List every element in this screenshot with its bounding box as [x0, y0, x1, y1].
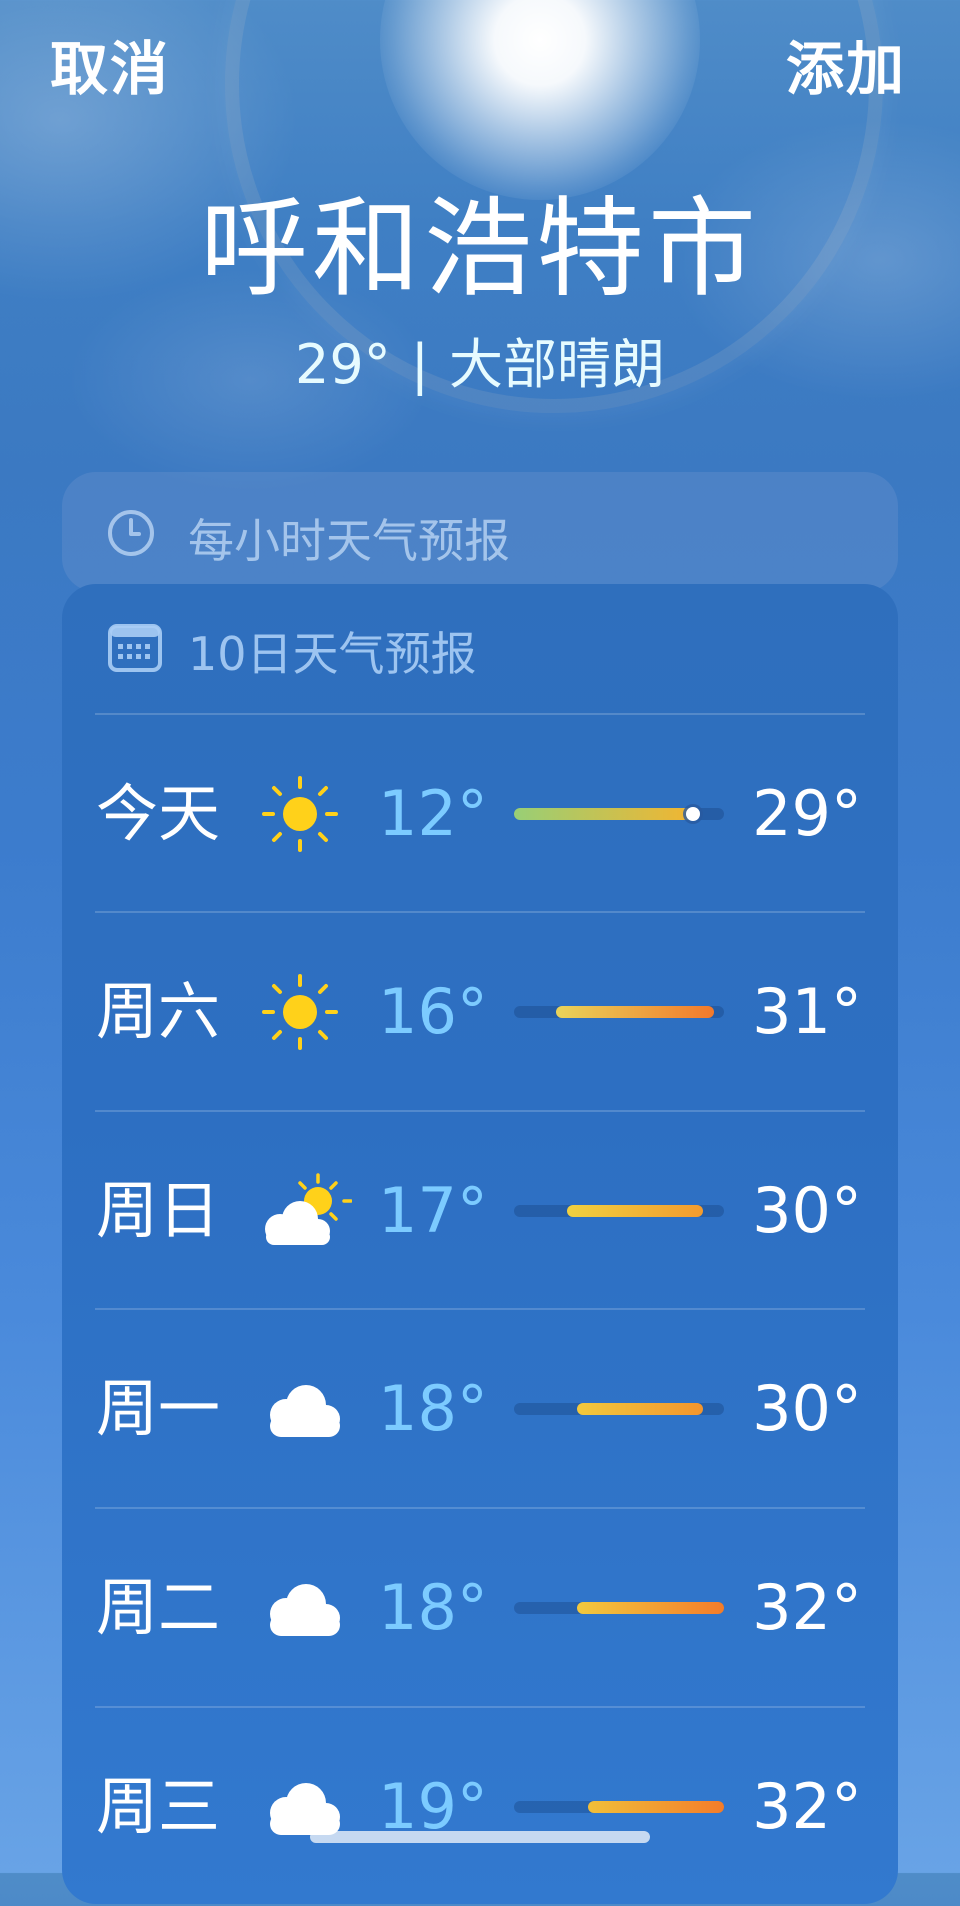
forecast-row[interactable]: 周三 19° 32°	[0, 1708, 960, 1906]
forecast-row[interactable]: 周日 17° 30°	[0, 1112, 960, 1310]
temperature-range-fill	[556, 1006, 714, 1018]
clock-icon	[108, 510, 154, 556]
cancel-button[interactable]: 取消	[50, 22, 170, 106]
low-temperature: 19°	[378, 1770, 488, 1843]
add-button[interactable]: 添加	[786, 22, 906, 106]
low-temperature: 17°	[378, 1174, 488, 1247]
day-label: 周日	[96, 1174, 221, 1247]
forecast-row[interactable]: 周一 18° 30°	[0, 1310, 960, 1508]
partly-cloudy-icon	[265, 1173, 352, 1245]
high-temperature: 32°	[752, 1571, 862, 1644]
high-temperature: 31°	[752, 975, 862, 1048]
high-temperature: 30°	[752, 1372, 862, 1445]
day-label: 周二	[96, 1571, 221, 1644]
temperature-range-fill	[566, 1205, 703, 1217]
sun-icon	[262, 974, 338, 1050]
day-label: 今天	[96, 777, 221, 850]
current-temperature: 29°	[295, 333, 391, 396]
temperature-range-fill	[577, 1602, 724, 1614]
low-temperature: 12°	[378, 777, 488, 850]
forecast-row[interactable]: 周二 18° 32°	[0, 1509, 960, 1707]
hourly-forecast-label: 每小时天气预报	[188, 514, 510, 568]
high-temperature: 29°	[752, 777, 862, 850]
cloud-icon	[270, 1584, 340, 1636]
temperature-range-bar	[514, 1801, 724, 1813]
calendar-icon	[108, 624, 162, 672]
low-temperature: 18°	[378, 1571, 488, 1644]
current-temperature-marker	[685, 807, 700, 821]
temperature-range-bar	[514, 1205, 724, 1217]
high-temperature: 32°	[752, 1770, 862, 1843]
day-label: 周六	[96, 975, 221, 1048]
home-indicator[interactable]	[310, 1831, 650, 1843]
current-summary: 29° | 大部晴朗	[0, 332, 960, 398]
temperature-range-bar	[514, 1006, 724, 1018]
temperature-range-bar	[514, 1602, 724, 1614]
day-label: 周一	[96, 1372, 221, 1445]
city-name: 呼和浩特市	[199, 187, 760, 312]
forecast-row[interactable]: 今天 12° 29°	[0, 715, 960, 913]
cloud-icon	[270, 1385, 340, 1437]
sun-icon	[262, 776, 338, 852]
current-condition: 大部晴朗	[448, 333, 665, 396]
temperature-range-fill	[577, 1403, 703, 1415]
ten-day-forecast-label: 10日天气预报	[188, 627, 477, 681]
temperature-range-fill	[587, 1801, 724, 1813]
temperature-range-bar	[514, 807, 724, 821]
summary-separator: |	[410, 333, 429, 396]
temperature-range-bar	[514, 1403, 724, 1415]
temperature-range-fill	[514, 808, 693, 820]
low-temperature: 18°	[378, 1372, 488, 1445]
day-label: 周三	[96, 1770, 221, 1843]
low-temperature: 16°	[378, 975, 488, 1048]
high-temperature: 30°	[752, 1174, 862, 1247]
forecast-row[interactable]: 周六 16° 31°	[0, 913, 960, 1111]
